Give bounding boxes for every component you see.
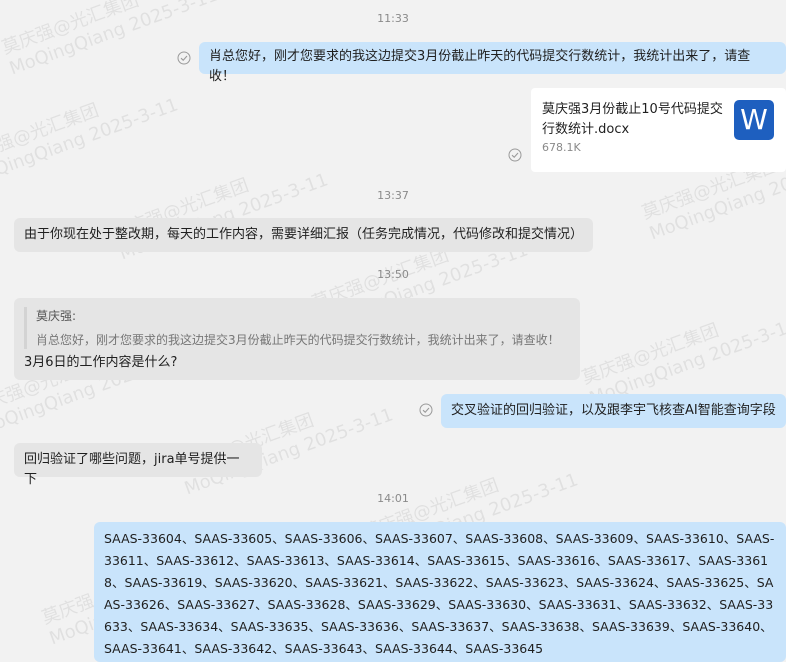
file-size: 678.1K: [542, 141, 581, 154]
timestamp: 14:01: [377, 492, 409, 505]
message-text: 肖总您好，刚才您要求的我这边提交3月份截止昨天的代码提交行数统计，我统计出来了，…: [209, 49, 751, 84]
watermark: 莫庆强@光汇集团 MoQingQiang 2025-3-11: [0, 94, 182, 190]
timestamp: 11:33: [377, 12, 409, 25]
message-incoming-with-quote[interactable]: 莫庆强: 肖总您好，刚才您要求的我这边提交3月份截止昨天的代码提交行数统计，我统…: [14, 298, 580, 380]
file-attachment-card[interactable]: 莫庆强3月份截止10号代码提交行数统计.docx 678.1K W: [531, 88, 786, 172]
word-document-icon: W: [734, 100, 774, 140]
timestamp: 13:50: [377, 268, 409, 281]
read-check-icon: [177, 51, 191, 65]
quoted-message[interactable]: 莫庆强: 肖总您好，刚才您要求的我这边提交3月份截止昨天的代码提交行数统计，我统…: [24, 307, 570, 349]
file-name: 莫庆强3月份截止10号代码提交行数统计.docx: [542, 102, 723, 137]
message-text: 由于你现在处于整改期，每天的工作内容，需要详细汇报（任务完成情况，代码修改和提交…: [24, 227, 584, 242]
message-incoming[interactable]: 回归验证了哪些问题，jira单号提供一下: [14, 443, 262, 487]
read-check-icon: [508, 148, 522, 162]
message-text: 3月6日的工作内容是什么?: [24, 355, 178, 370]
watermark: 莫庆强@光汇集团 MoQingQiang 2025-3-11: [579, 314, 786, 410]
message-outgoing-jira-list[interactable]: SAAS-33604、SAAS-33605、SAAS-33606、SAAS-33…: [94, 522, 786, 662]
message-incoming[interactable]: 由于你现在处于整改期，每天的工作内容，需要详细汇报（任务完成情况，代码修改和提交…: [14, 218, 593, 252]
message-outgoing[interactable]: 交叉验证的回归验证，以及跟李宇飞核查AI智能查询字段: [441, 394, 786, 428]
timestamp: 13:37: [377, 189, 409, 202]
quote-text: 肖总您好，刚才您要求的我这边提交3月份截止昨天的代码提交行数统计，我统计出来了，…: [36, 333, 560, 347]
quote-sender: 莫庆强:: [36, 309, 77, 323]
message-outgoing[interactable]: 肖总您好，刚才您要求的我这边提交3月份截止昨天的代码提交行数统计，我统计出来了，…: [199, 42, 786, 84]
read-check-icon: [419, 403, 433, 417]
message-text: 回归验证了哪些问题，jira单号提供一下: [24, 452, 240, 487]
message-text: 交叉验证的回归验证，以及跟李宇飞核查AI智能查询字段: [451, 403, 776, 418]
message-text: SAAS-33604、SAAS-33605、SAAS-33606、SAAS-33…: [104, 531, 775, 656]
watermark: 莫庆强@光汇集团 MoQingQiang 2025-3-11: [174, 404, 397, 500]
